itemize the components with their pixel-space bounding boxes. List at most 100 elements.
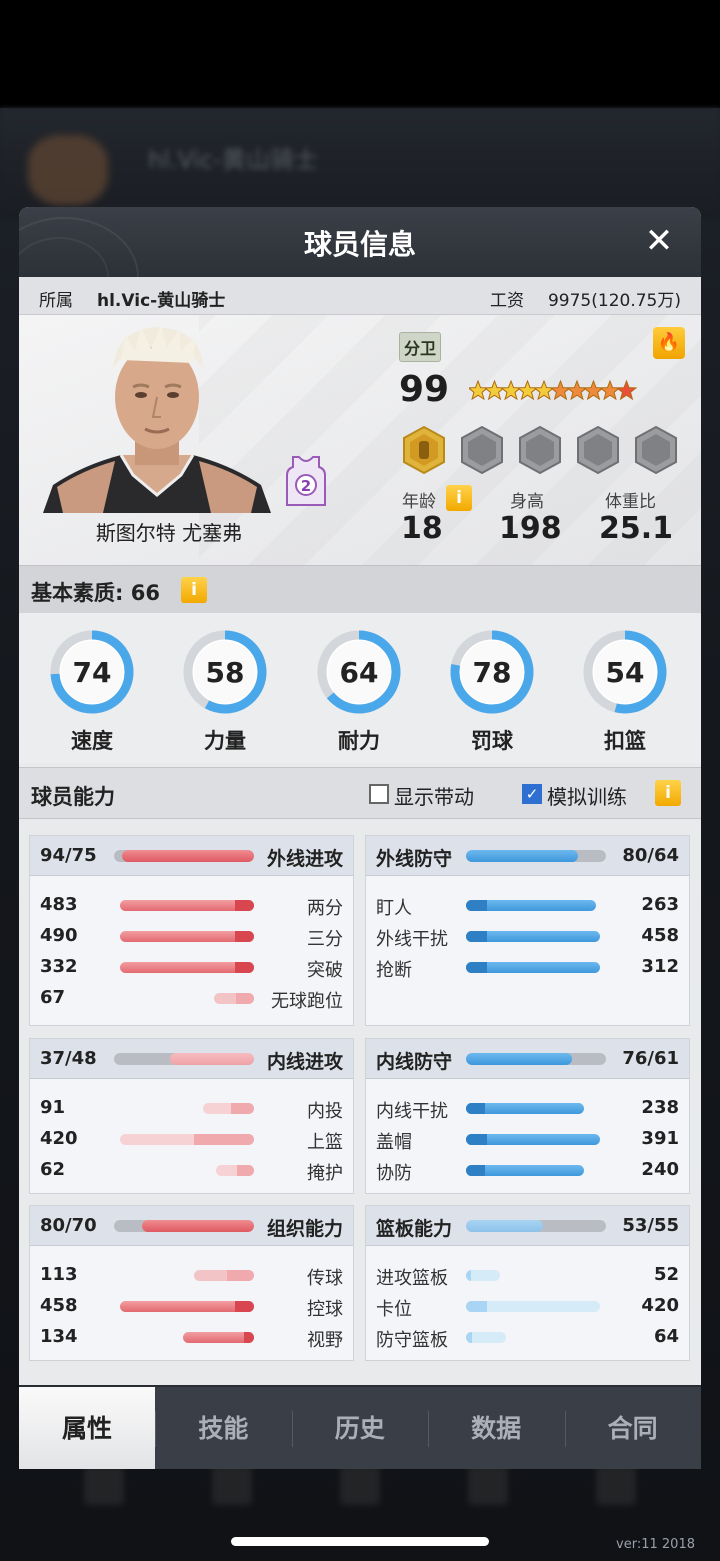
ability-row-bar [216,1165,254,1176]
ability-bar-fill [466,1053,573,1065]
tab-4[interactable]: 合同 [565,1387,701,1469]
ability-bar [114,1053,254,1065]
show-drive-checkbox[interactable] [369,784,389,804]
ability-card: 37/48 内线进攻 91 内投 420 上篮 62 掩护 [29,1038,354,1194]
ability-row: 332 突破 [30,952,353,982]
ability-card-header: 80/70 组织能力 [30,1206,353,1246]
weight-label: 体重比 [605,492,656,512]
ability-row: 67 无球跑位 [30,983,353,1013]
stat-value: 64 [340,656,379,689]
star-icon [500,379,522,401]
ability-row: 62 掩护 [30,1155,353,1185]
ability-card-header: 94/75 外线进攻 [30,836,353,876]
ability-row-bar-fill [466,900,487,911]
basic-info-icon[interactable]: i [181,577,207,603]
ability-row-value: 240 [641,1159,679,1180]
ability-card: 80/64 外线防守 263 盯人 458 外线干扰 312 抢断 [365,835,690,1026]
ability-row-name: 抢断 [376,960,412,981]
ability-row: 420 卡位 [366,1291,689,1321]
star-icon [469,379,489,401]
ability-row-bar [466,962,600,973]
ability-row-bar-fill [227,1270,254,1281]
stat-label: 速度 [71,729,113,753]
overall-rating: 99 [399,369,450,410]
ability-row-name: 外线干扰 [376,929,448,950]
ability-row-bar-fill [236,993,254,1004]
ability-row-value: 91 [40,1097,66,1118]
close-icon[interactable]: ✕ [639,221,679,261]
ability-row-bar-fill [235,931,254,942]
ability-row: 52 进攻篮板 [366,1260,689,1290]
ability-row: 134 视野 [30,1322,353,1352]
ability-row-name: 掩护 [307,1163,343,1184]
ability-name: 组织能力 [266,1218,343,1240]
ability-row-name: 内投 [307,1101,343,1122]
age-info-icon[interactable]: i [446,485,472,511]
ability-row-bar-fill [466,1270,472,1281]
ability-score: 76/61 [622,1048,679,1069]
ability-card: 94/75 外线进攻 483 两分 490 三分 332 突破 67 无球跑位 [29,835,354,1026]
ability-card-header: 76/61 内线防守 [366,1039,689,1079]
ability-row-name: 防守篮板 [376,1330,448,1351]
ability-row: 483 两分 [30,890,353,920]
ability-row-name: 盯人 [376,898,412,919]
ability-title: 球员能力 [31,785,115,809]
ability-row-bar [214,993,254,1004]
ability-score: 80/70 [40,1215,97,1236]
stat-ring: 58 [180,627,270,717]
ability-row-name: 传球 [307,1268,343,1289]
tab-1[interactable]: 技能 [155,1387,291,1469]
star-icon [549,379,572,401]
tab-3[interactable]: 数据 [428,1387,564,1469]
ability-info-icon[interactable]: i [655,780,681,806]
show-drive-label[interactable]: 显示带动 [394,781,474,810]
salary-label: 工资 [490,291,524,311]
ability-row: 240 协防 [366,1155,689,1185]
ability-row: 263 盯人 [366,890,689,920]
ability-row-name: 突破 [307,960,343,981]
tab-2[interactable]: 历史 [292,1387,428,1469]
sim-train-checkbox[interactable]: ✓ [522,784,542,804]
ability-row-value: 52 [653,1264,679,1285]
ability-row-value: 312 [641,956,679,977]
jersey-icon: 2 [286,456,326,506]
tab-0[interactable]: 属性 [19,1387,155,1469]
stat-label: 罚球 [471,729,513,753]
ability-row: 391 盖帽 [366,1124,689,1154]
ability-row-bar [120,900,254,911]
ability-row-name: 上篮 [307,1132,343,1153]
stat-ring: 78 [447,627,537,717]
ability-row-bar [194,1270,254,1281]
ability-row-name: 进攻篮板 [376,1268,448,1289]
ability-name: 内线防守 [376,1051,453,1073]
background-bottom-menu [40,1465,680,1535]
ability-row-value: 332 [40,956,78,977]
ability-row-bar [466,1270,500,1281]
ability-row-value: 64 [653,1326,679,1347]
ability-row-bar [203,1103,254,1114]
skill-badges [403,425,677,475]
bottom-tabs: 属性 技能 历史 数据 合同 [19,1385,701,1469]
ability-card-header: 80/64 外线防守 [366,836,689,876]
salary-value: 9975(120.75万) [547,291,681,311]
ability-row-bar [466,1103,584,1114]
home-indicator[interactable] [231,1537,489,1546]
ability-row-bar-fill [466,1301,488,1312]
ability-row-bar-fill [466,1134,488,1145]
ability-row-value: 62 [40,1159,66,1180]
stat-value: 54 [606,656,645,689]
flame-icon[interactable]: 🔥 [653,327,685,359]
ability-row-value: 238 [641,1097,679,1118]
ability-row: 312 抢断 [366,952,689,982]
ability-row-bar-fill [235,1301,254,1312]
sim-train-label[interactable]: 模拟训练 [547,781,627,810]
ability-row-bar [466,900,596,911]
basic-quality-title: 基本素质: 66 [31,581,160,605]
ability-row: 238 内线干扰 [366,1093,689,1123]
ability-name: 篮板能力 [376,1218,453,1240]
star-icon [615,379,638,401]
ability-row-value: 67 [40,987,66,1008]
panel-title: 球员信息 [303,228,416,261]
ability-row-bar [466,1332,506,1343]
ability-row-value: 458 [40,1295,78,1316]
